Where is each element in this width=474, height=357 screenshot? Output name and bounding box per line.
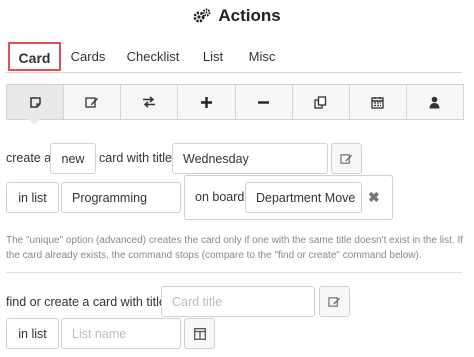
with-title-label: card with title: [99, 151, 172, 165]
board-name-input[interactable]: Department Move: [245, 182, 362, 213]
minus-icon: [258, 100, 270, 104]
find-in-list-label: in list: [6, 318, 59, 349]
tab-bar: Card Cards Checklist List Misc: [6, 42, 462, 73]
columns-icon: [193, 327, 206, 340]
gears-icon: [193, 6, 218, 25]
toolbar-remove-button[interactable]: [234, 85, 292, 119]
toolbar-copy-button[interactable]: [291, 85, 349, 119]
action-toolbar: [6, 84, 464, 120]
card-title-input[interactable]: Wednesday: [172, 143, 328, 174]
copy-icon: [314, 95, 327, 109]
plus-icon: [200, 96, 212, 108]
active-tool-pointer: [27, 118, 41, 124]
toolbar-add-button[interactable]: [177, 85, 234, 119]
swap-icon: [143, 96, 156, 108]
tab-checklist[interactable]: Checklist: [123, 42, 183, 71]
title-text: Actions: [218, 6, 281, 25]
tab-list[interactable]: List: [197, 42, 229, 71]
in-list-label: in list: [6, 182, 59, 213]
tab-card[interactable]: Card: [8, 42, 61, 71]
toolbar-note-button[interactable]: [7, 85, 64, 119]
note-icon: [29, 96, 41, 108]
toolbar-edit-button[interactable]: [63, 85, 120, 119]
toolbar-date-button[interactable]: [348, 85, 406, 119]
create-a-label: create a: [6, 151, 52, 165]
edit-icon: [328, 296, 341, 307]
toolbar-move-button[interactable]: [120, 85, 177, 119]
page-title: Actions: [0, 6, 474, 26]
find-or-create-label: find or create a card with title: [6, 295, 166, 309]
user-icon: [429, 96, 440, 108]
tab-misc[interactable]: Misc: [242, 42, 282, 71]
on-board-label: on board: [195, 190, 245, 204]
section-divider: [6, 272, 462, 273]
find-list-name-input[interactable]: List name: [61, 318, 181, 349]
toolbar-member-button[interactable]: [405, 85, 463, 119]
card-mode-select[interactable]: new: [50, 143, 96, 174]
edit-icon: [85, 96, 99, 108]
list-name-input[interactable]: Programming: [61, 182, 181, 213]
calendar-icon: [371, 96, 384, 109]
title-edit-button[interactable]: [331, 143, 362, 174]
unique-option-note: The "unique" option (advanced) creates t…: [6, 235, 464, 261]
find-card-title-input[interactable]: Card title: [161, 286, 315, 317]
list-picker-button[interactable]: [184, 318, 215, 349]
edit-icon: [340, 153, 353, 164]
remove-board-button[interactable]: ✖: [368, 189, 380, 206]
find-title-edit-button[interactable]: [319, 286, 350, 317]
tab-cards[interactable]: Cards: [66, 42, 110, 71]
